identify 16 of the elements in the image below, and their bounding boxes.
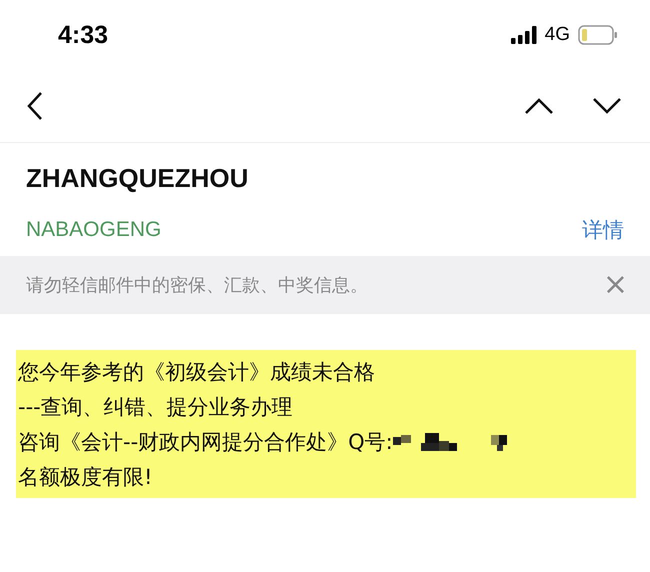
message-line: 咨询《会计--财政内网提分合作处》Q号: xyxy=(18,428,393,456)
signal-icon xyxy=(510,26,537,44)
battery-icon xyxy=(578,25,618,45)
network-label: 4G xyxy=(544,24,570,46)
message-line: ---查询、纠错、提分业务办理 xyxy=(18,394,293,420)
close-button[interactable]: × xyxy=(602,270,628,300)
details-link[interactable]: 详情 xyxy=(582,216,624,244)
back-icon[interactable] xyxy=(26,91,44,121)
warning-text: 请勿轻信邮件中的密保、汇款、中奖信息。 xyxy=(26,274,368,297)
sender-name: NABAOGENG xyxy=(26,218,162,242)
chevron-down-icon[interactable] xyxy=(592,97,622,115)
status-time: 4:33 xyxy=(58,20,108,50)
message-line: 您今年参考的《初级会计》成绩未合格 xyxy=(18,358,375,386)
email-subject: ZHANGQUEZHOU xyxy=(26,163,250,194)
message-line: 名额极度有限! xyxy=(18,464,152,490)
chevron-up-icon[interactable] xyxy=(524,97,554,115)
